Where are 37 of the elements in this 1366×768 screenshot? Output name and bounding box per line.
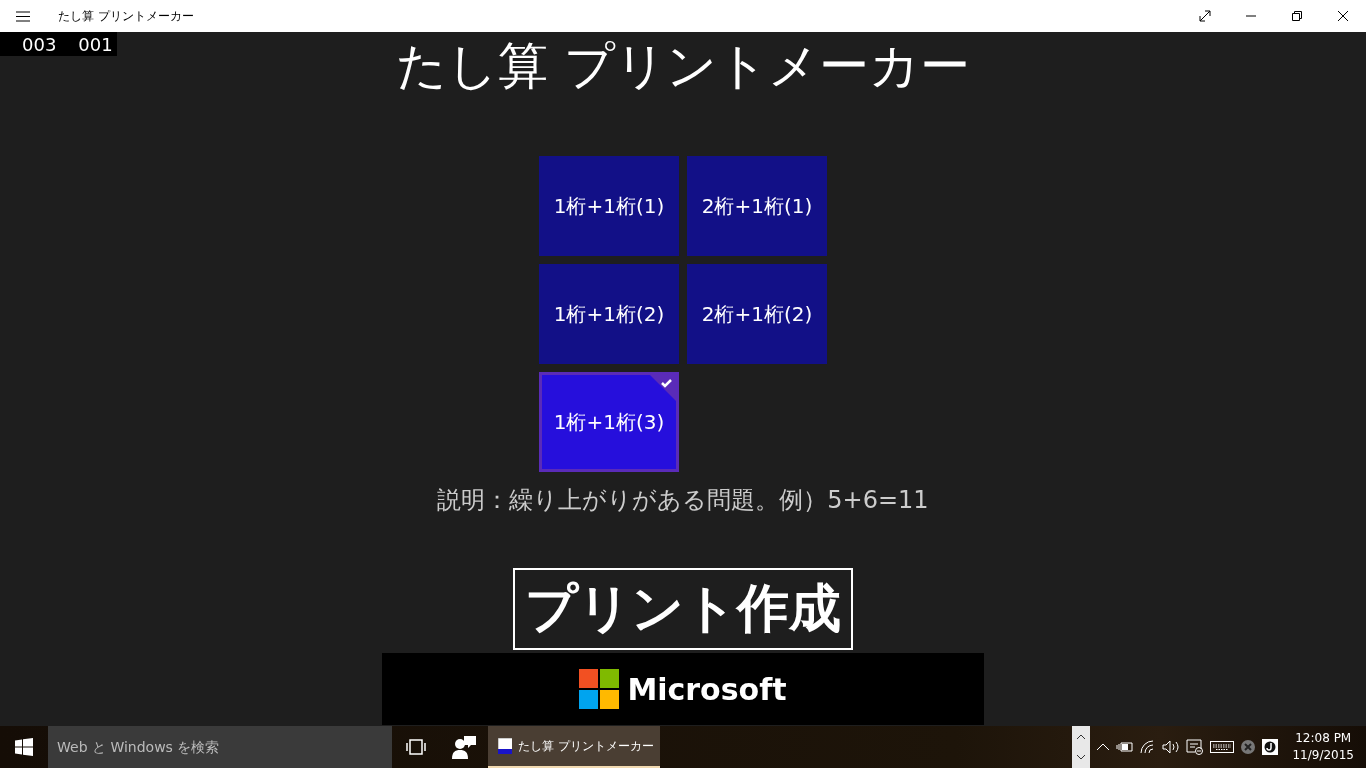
ad-banner[interactable]: Microsoft bbox=[382, 653, 984, 725]
expand-icon bbox=[1199, 10, 1211, 22]
tray-scroller[interactable] bbox=[1072, 726, 1091, 768]
chevron-up-icon[interactable] bbox=[1096, 743, 1111, 751]
tile-button[interactable]: 1桁+1桁(3) bbox=[539, 372, 679, 472]
check-icon bbox=[650, 375, 676, 401]
keyboard-icon[interactable] bbox=[1210, 741, 1235, 753]
menu-icon[interactable] bbox=[16, 10, 30, 22]
volume-icon[interactable] bbox=[1162, 740, 1181, 754]
app-heading: たし算 プリントメーカー bbox=[396, 36, 970, 97]
window-title: たし算 プリントメーカー bbox=[58, 7, 195, 25]
notification-icon[interactable] bbox=[1186, 739, 1205, 755]
tile-button[interactable]: 1桁+1桁(2) bbox=[539, 264, 679, 364]
taskbar-app[interactable]: たし算 プリントメーカー bbox=[488, 726, 660, 768]
app-tray-icon[interactable] bbox=[1262, 739, 1279, 755]
search-field[interactable]: Web と Windows を検索 bbox=[48, 726, 392, 768]
create-print-button[interactable]: プリント作成 bbox=[513, 568, 853, 650]
tile-button[interactable]: 1桁+1桁(1) bbox=[539, 156, 679, 256]
tile-button[interactable]: 2桁+1桁(1) bbox=[687, 156, 827, 256]
scroll-up-icon[interactable] bbox=[1077, 734, 1086, 739]
description-text: 説明：繰り上がりがある問題。例）5+6=11 bbox=[437, 485, 929, 516]
close-circle-icon[interactable] bbox=[1240, 739, 1257, 755]
counter: 001 bbox=[78, 33, 113, 55]
restore-icon bbox=[1291, 10, 1303, 22]
logo-icon bbox=[579, 669, 620, 709]
scroll-down-icon[interactable] bbox=[1077, 755, 1086, 760]
clock-date[interactable]: 11/9/2015 bbox=[1292, 747, 1354, 764]
counter: 003 bbox=[22, 33, 57, 55]
ad-text: Microsoft bbox=[627, 671, 787, 707]
clock-time[interactable]: 12:08 PM bbox=[1295, 730, 1352, 747]
battery-icon[interactable] bbox=[1116, 741, 1135, 753]
task-view-icon bbox=[405, 739, 427, 755]
close-icon bbox=[1337, 10, 1349, 22]
windows-logo-icon bbox=[15, 738, 33, 756]
app-icon bbox=[498, 738, 513, 754]
tile-button[interactable]: 2桁+1桁(2) bbox=[687, 264, 827, 364]
person-chat-icon bbox=[452, 735, 476, 759]
